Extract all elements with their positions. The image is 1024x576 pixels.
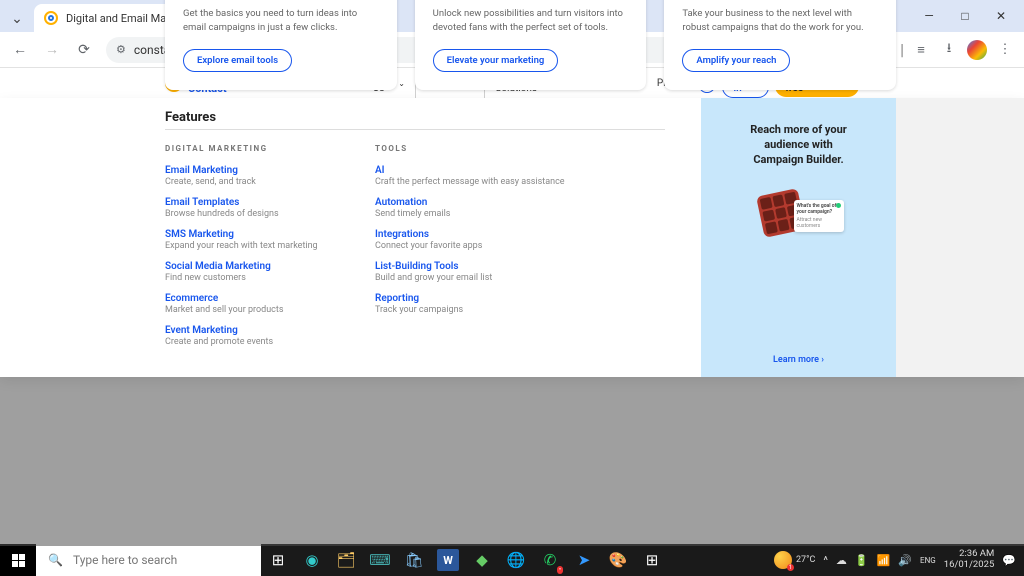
taskbar-app-xbox[interactable]: ◆ (465, 544, 499, 576)
search-icon: 🔍 (48, 553, 63, 567)
clock-date: 16/01/2025 (944, 560, 995, 571)
card-desc: Take your business to the next level wit… (682, 7, 878, 34)
col-head-tools: TOOLS (375, 144, 565, 153)
cards-row: Just starting out Get the basics you nee… (165, 0, 896, 98)
task-view-icon[interactable]: ⊞ (261, 544, 295, 576)
taskbar-app-edge[interactable]: ◉ (295, 544, 329, 576)
card-up-running: Up and running Unlock new possibilities … (415, 0, 647, 90)
tray-volume-icon[interactable]: 🔊 (898, 554, 912, 567)
window-maximize-icon[interactable]: □ (958, 9, 972, 23)
card-savvy: Savvy marketer Take your business to the… (664, 0, 896, 90)
taskbar-app-store[interactable]: 🛍 (397, 544, 431, 576)
tray-wifi-icon[interactable]: 📶 (877, 554, 891, 567)
tab-search-button[interactable]: ⌄ (4, 6, 30, 32)
browser-menu-icon[interactable]: ⋮ (992, 37, 1018, 63)
weather-temp: 27°C (796, 555, 815, 565)
taskbar-weather[interactable]: 27°C (774, 551, 815, 569)
menu-item-sms-marketing[interactable]: SMS MarketingExpand your reach with text… (165, 229, 335, 251)
card-cta-button[interactable]: Amplify your reach (682, 49, 790, 72)
menu-item-list-building[interactable]: List-Building ToolsBuild and grow your e… (375, 261, 565, 283)
page-content: Constant Contact Why Us⌄ Features⌃ Partn… (0, 68, 1024, 98)
promo-panel: Reach more of your audience with Campaig… (701, 98, 896, 377)
site-info-icon[interactable]: ⚙ (116, 43, 126, 56)
windows-taskbar: 🔍 Type here to search ⊞ ◉ 🗂 ⌨ 🛍 W ◆ 🌐 ✆•… (0, 544, 1024, 576)
search-placeholder: Type here to search (73, 553, 177, 567)
promo-image: What's the goal of your campaign? Attrac… (754, 182, 844, 242)
menu-item-event-marketing[interactable]: Event MarketingCreate and promote events (165, 325, 335, 347)
col-head-digital-marketing: DIGITAL MARKETING (165, 144, 335, 153)
menu-item-social-media[interactable]: Social Media MarketingFind new customers (165, 261, 335, 283)
window-minimize-icon[interactable]: ― (922, 9, 936, 23)
tray-language-icon[interactable]: ENG (920, 556, 936, 565)
promo-card: What's the goal of your campaign? Attrac… (794, 200, 844, 232)
menu-item-ai[interactable]: AICraft the perfect message with easy as… (375, 165, 565, 187)
mega-menu-title: Features (165, 110, 701, 125)
card-cta-button[interactable]: Explore email tools (183, 49, 292, 72)
features-mega-menu: Features DIGITAL MARKETING Email Marketi… (0, 98, 1024, 377)
card-desc: Unlock new possibilities and turn visito… (433, 7, 629, 34)
taskbar-app-chrome[interactable]: 🌐 (499, 544, 533, 576)
reload-button[interactable]: ⟳ (70, 36, 98, 64)
tray-onedrive-icon[interactable]: ☁ (836, 554, 847, 567)
taskbar-search[interactable]: 🔍 Type here to search (36, 544, 261, 576)
taskbar-app-word[interactable]: W (437, 549, 459, 571)
forward-button: → (38, 36, 66, 64)
tray-battery-icon[interactable]: 🔋 (855, 554, 869, 567)
weather-icon (774, 551, 792, 569)
menu-item-integrations[interactable]: IntegrationsConnect your favorite apps (375, 229, 565, 251)
downloads-icon[interactable]: ⭳ (936, 37, 962, 63)
promo-headline: Reach more of your audience with Campaig… (750, 123, 847, 168)
menu-item-reporting[interactable]: ReportingTrack your campaigns (375, 293, 565, 315)
reading-list-icon[interactable]: ≡ (908, 37, 934, 63)
taskbar-app-explorer[interactable]: 🗂 (329, 544, 363, 576)
card-desc: Get the basics you need to turn ideas in… (183, 7, 379, 34)
start-button[interactable] (0, 544, 36, 576)
tray-chevron-icon[interactable]: ^ (823, 554, 828, 567)
profile-avatar[interactable] (964, 37, 990, 63)
right-gutter (896, 98, 1024, 377)
learn-more-link[interactable]: Learn more › (773, 355, 824, 365)
menu-item-email-marketing[interactable]: Email MarketingCreate, send, and track (165, 165, 335, 187)
card-cta-button[interactable]: Elevate your marketing (433, 49, 559, 72)
menu-item-email-templates[interactable]: Email TemplatesBrowse hundreds of design… (165, 197, 335, 219)
taskbar-app-paint[interactable]: 🎨 (601, 544, 635, 576)
card-starting-out: Just starting out Get the basics you nee… (165, 0, 397, 90)
tab-favicon (44, 11, 58, 25)
menu-item-ecommerce[interactable]: EcommerceMarket and sell your products (165, 293, 335, 315)
menu-item-automation[interactable]: AutomationSend timely emails (375, 197, 565, 219)
back-button[interactable]: ← (6, 36, 34, 64)
window-close-icon[interactable]: ✕ (994, 9, 1008, 23)
divider (165, 129, 665, 130)
tray-notifications-icon[interactable]: 💬 (1002, 554, 1016, 567)
taskbar-clock[interactable]: 2:36 AM 16/01/2025 (944, 549, 995, 571)
taskbar-app-security[interactable]: ⊞ (635, 544, 669, 576)
taskbar-app-vscode[interactable]: ⌨ (363, 544, 397, 576)
taskbar-app-telegram[interactable]: ➤ (567, 544, 601, 576)
taskbar-app-whatsapp[interactable]: ✆• (533, 544, 567, 576)
